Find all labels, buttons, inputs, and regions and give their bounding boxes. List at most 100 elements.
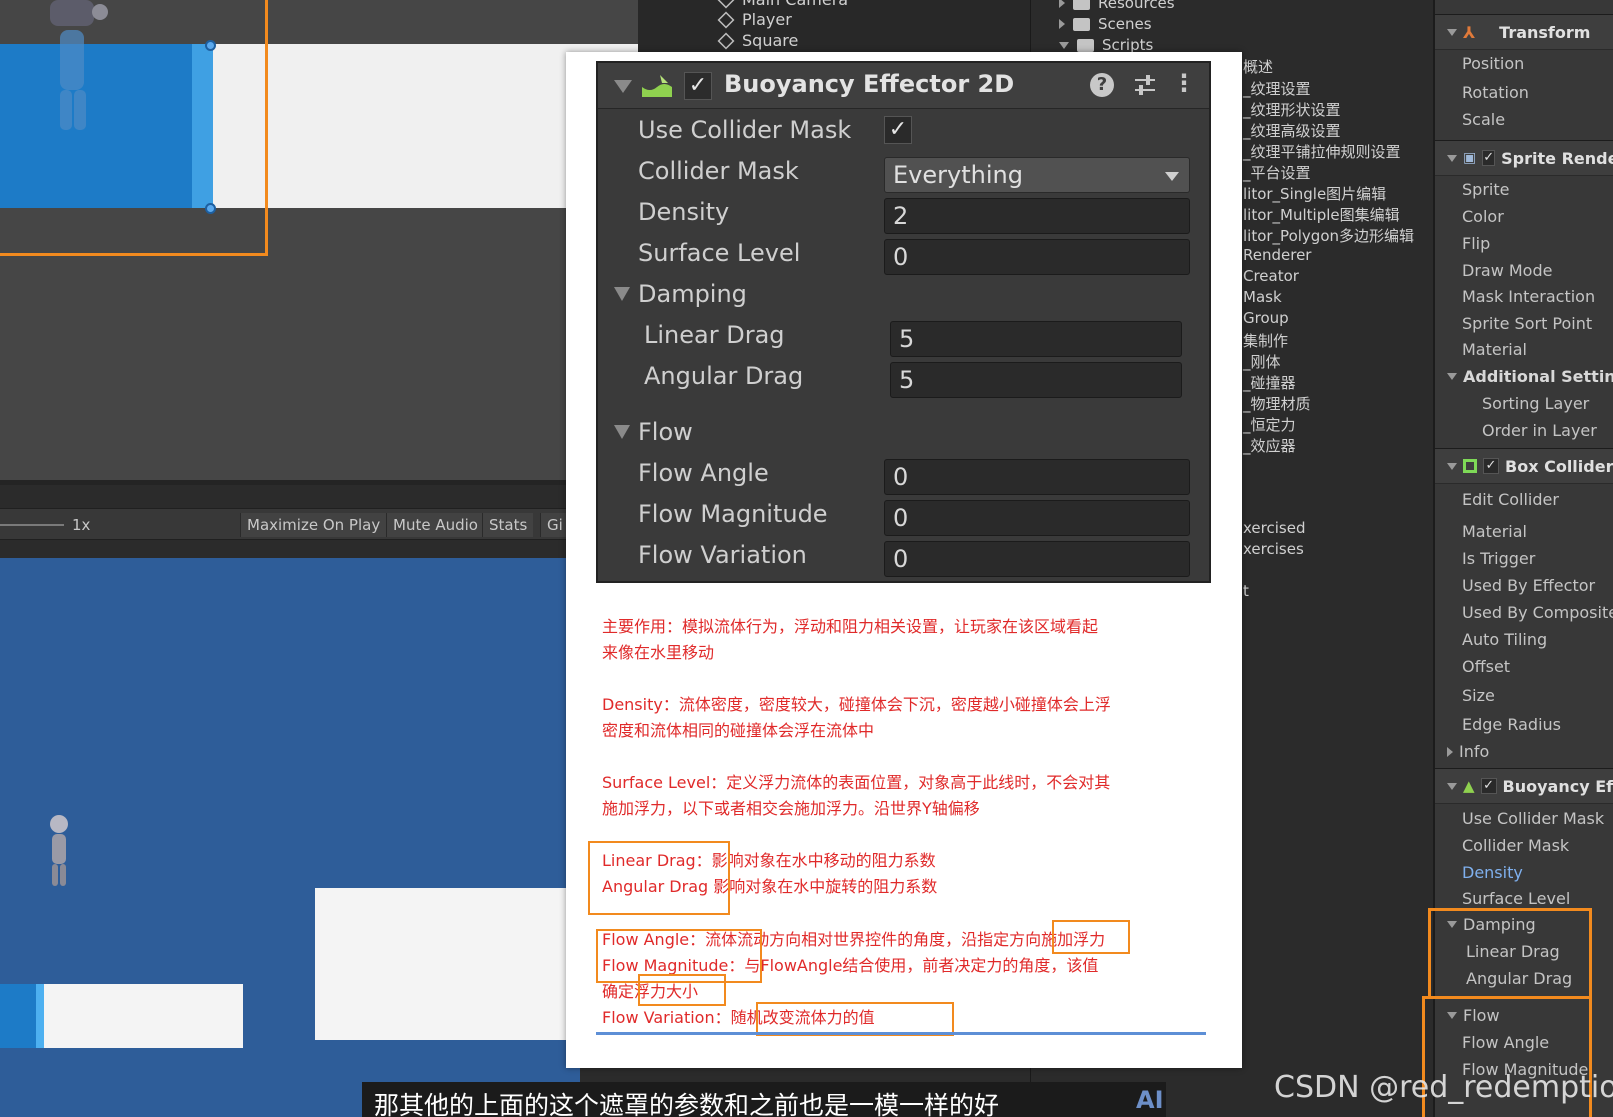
project-folder-scenes[interactable]: Scenes <box>1059 15 1152 33</box>
box-collider-header[interactable]: ✓ Box Collider <box>1435 448 1613 484</box>
sorting-layer-label: Sorting Layer <box>1482 394 1590 413</box>
project-item[interactable]: litor_Polygon多边形编辑 <box>1243 225 1414 246</box>
edit-collider-label[interactable]: Edit Collider <box>1462 490 1559 509</box>
project-item[interactable]: 集制作 <box>1243 330 1288 351</box>
surface-level-field[interactable]: 0 <box>884 239 1190 275</box>
flip-label: Flip <box>1462 234 1491 253</box>
transform-scale-label: Scale <box>1462 110 1506 129</box>
hierarchy-item-square[interactable]: Square <box>717 31 798 50</box>
hierarchy-panel: Main Camera Player Square <box>638 0 1030 60</box>
flow-angle-field[interactable]: 0 <box>884 459 1190 495</box>
expand-arrow-icon[interactable] <box>1447 746 1453 757</box>
maximize-on-play-button[interactable]: Maximize On Play <box>240 513 387 537</box>
project-item[interactable]: xercised <box>1243 519 1305 537</box>
expand-arrow-icon[interactable] <box>1059 19 1065 29</box>
project-item[interactable]: Renderer <box>1243 246 1311 264</box>
box-collider-enabled-checkbox[interactable]: ✓ <box>1483 458 1499 474</box>
project-item[interactable]: xercises <box>1243 540 1304 558</box>
angular-drag-field[interactable]: 5 <box>890 362 1182 398</box>
project-item[interactable]: t <box>1243 582 1249 600</box>
folder-label: Scenes <box>1098 15 1152 33</box>
size-label: Size <box>1462 686 1495 705</box>
flow-magnitude-field[interactable]: 0 <box>884 500 1190 536</box>
project-item[interactable]: _平台设置 <box>1243 162 1311 183</box>
flow-magnitude-label: Flow Magnitude <box>638 500 828 528</box>
mute-audio-button[interactable]: Mute Audio <box>386 513 484 537</box>
project-item[interactable]: _刚体 <box>1243 351 1281 372</box>
zoom-label: 1x <box>72 516 91 534</box>
linear-drag-field[interactable]: 5 <box>890 321 1182 357</box>
project-item[interactable]: _效应器 <box>1243 435 1296 456</box>
scene-view[interactable] <box>0 0 640 485</box>
project-item[interactable]: litor_Multiple图集编辑 <box>1243 204 1400 225</box>
collider-mask-dropdown[interactable]: Everything <box>884 157 1190 193</box>
project-item[interactable]: _纹理设置 <box>1243 78 1311 99</box>
use-collider-mask-checkbox[interactable]: ✓ <box>884 116 912 144</box>
project-item[interactable]: _纹理形状设置 <box>1243 99 1341 120</box>
project-item[interactable]: 概述 <box>1243 56 1273 77</box>
buoyancy-effector-header[interactable]: ▲ ✓ Buoyancy Ef <box>1435 768 1613 804</box>
sprite-sort-point-label: Sprite Sort Point <box>1462 314 1593 333</box>
project-item[interactable]: litor_Single图片编辑 <box>1243 183 1386 204</box>
game-player-sprite <box>50 815 68 886</box>
collapse-arrow-icon[interactable] <box>1059 41 1069 49</box>
highlight-box-drag-terms <box>588 841 730 915</box>
additional-settings-foldout[interactable]: Additional Settings <box>1447 367 1613 386</box>
collapse-arrow-icon[interactable] <box>1447 28 1457 36</box>
zoom-slider[interactable] <box>0 524 64 526</box>
preset-sliders-icon[interactable] <box>1132 72 1158 98</box>
transform-position-label: Position <box>1462 54 1525 73</box>
transform-header[interactable]: ⅄ Transform <box>1435 14 1613 50</box>
game-toolbar: 1x Maximize On Play Mute Audio Stats Gi <box>0 508 580 540</box>
buoyancy-component-header[interactable]: ✓ Buoyancy Effector 2D ? ⋮ <box>598 63 1209 109</box>
collapse-arrow-icon[interactable] <box>1447 782 1457 790</box>
collapse-arrow-icon[interactable] <box>614 425 630 439</box>
gizmos-button[interactable]: Gi <box>540 513 569 537</box>
component-menu-icon[interactable]: ⋮ <box>1172 69 1196 97</box>
collapse-arrow-icon[interactable] <box>614 287 630 301</box>
damping-foldout[interactable]: Damping <box>614 280 747 308</box>
component-title: Buoyancy Ef <box>1502 776 1613 796</box>
project-item[interactable]: Creator <box>1243 267 1299 285</box>
collapse-arrow-icon[interactable] <box>1447 373 1457 380</box>
collapse-arrow-icon[interactable] <box>1447 462 1457 470</box>
folder-icon <box>1073 0 1090 10</box>
buoyancy-effector-icon <box>642 75 672 97</box>
project-item[interactable]: _纹理平铺拉伸规则设置 <box>1243 141 1401 162</box>
project-folder-resources[interactable]: Resources <box>1059 0 1175 12</box>
project-item[interactable]: Mask <box>1243 288 1282 306</box>
flow-angle-label: Flow Angle <box>638 459 769 487</box>
expand-arrow-icon[interactable] <box>1059 0 1065 8</box>
collider-mask-label: Collider Mask <box>638 157 799 185</box>
flow-foldout[interactable]: Flow <box>614 418 693 446</box>
linear-drag-label: Linear Drag <box>644 321 785 349</box>
help-icon[interactable]: ? <box>1090 73 1114 97</box>
sprite-renderer-enabled-checkbox[interactable]: ✓ <box>1482 150 1496 166</box>
component-title: Transform <box>1499 22 1591 42</box>
project-item[interactable]: _纹理高级设置 <box>1243 120 1341 141</box>
collapse-arrow-icon[interactable] <box>614 80 632 93</box>
subtitle-text: 那其他的上面的这个遮罩的参数和之前也是一模一样的好 <box>374 1091 1000 1117</box>
project-item[interactable]: Group <box>1243 309 1289 327</box>
sprite-renderer-header[interactable]: ▣ ✓ Sprite Rende <box>1435 140 1613 176</box>
game-view[interactable] <box>0 558 580 1117</box>
folder-icon <box>1077 38 1094 52</box>
stats-button[interactable]: Stats <box>482 513 534 537</box>
flow-variation-field[interactable]: 0 <box>884 541 1190 577</box>
density-field[interactable]: 2 <box>884 198 1190 234</box>
gameobject-icon <box>717 0 735 8</box>
note-main-line-1: 主要作用：模拟流体行为，浮动和阻力相关设置，让玩家在该区域看起 <box>602 617 1099 636</box>
buoyancy-effector-enabled-checkbox[interactable]: ✓ <box>1480 778 1497 794</box>
hierarchy-item-label: Main Camera <box>742 0 848 9</box>
hierarchy-item-player[interactable]: Player <box>717 10 792 29</box>
used-by-effector-label: Used By Effector <box>1462 576 1596 595</box>
project-item[interactable]: _物理材质 <box>1243 393 1311 414</box>
hierarchy-item-main-camera[interactable]: Main Camera <box>717 0 848 9</box>
collapse-arrow-icon[interactable] <box>1447 154 1457 162</box>
component-enabled-checkbox[interactable]: ✓ <box>684 72 712 100</box>
gameobject-icon <box>717 11 735 28</box>
project-item[interactable]: _碰撞器 <box>1243 372 1296 393</box>
folder-label: Resources <box>1098 0 1175 12</box>
info-foldout[interactable]: Info <box>1447 742 1489 761</box>
project-item[interactable]: _恒定力 <box>1243 414 1296 435</box>
